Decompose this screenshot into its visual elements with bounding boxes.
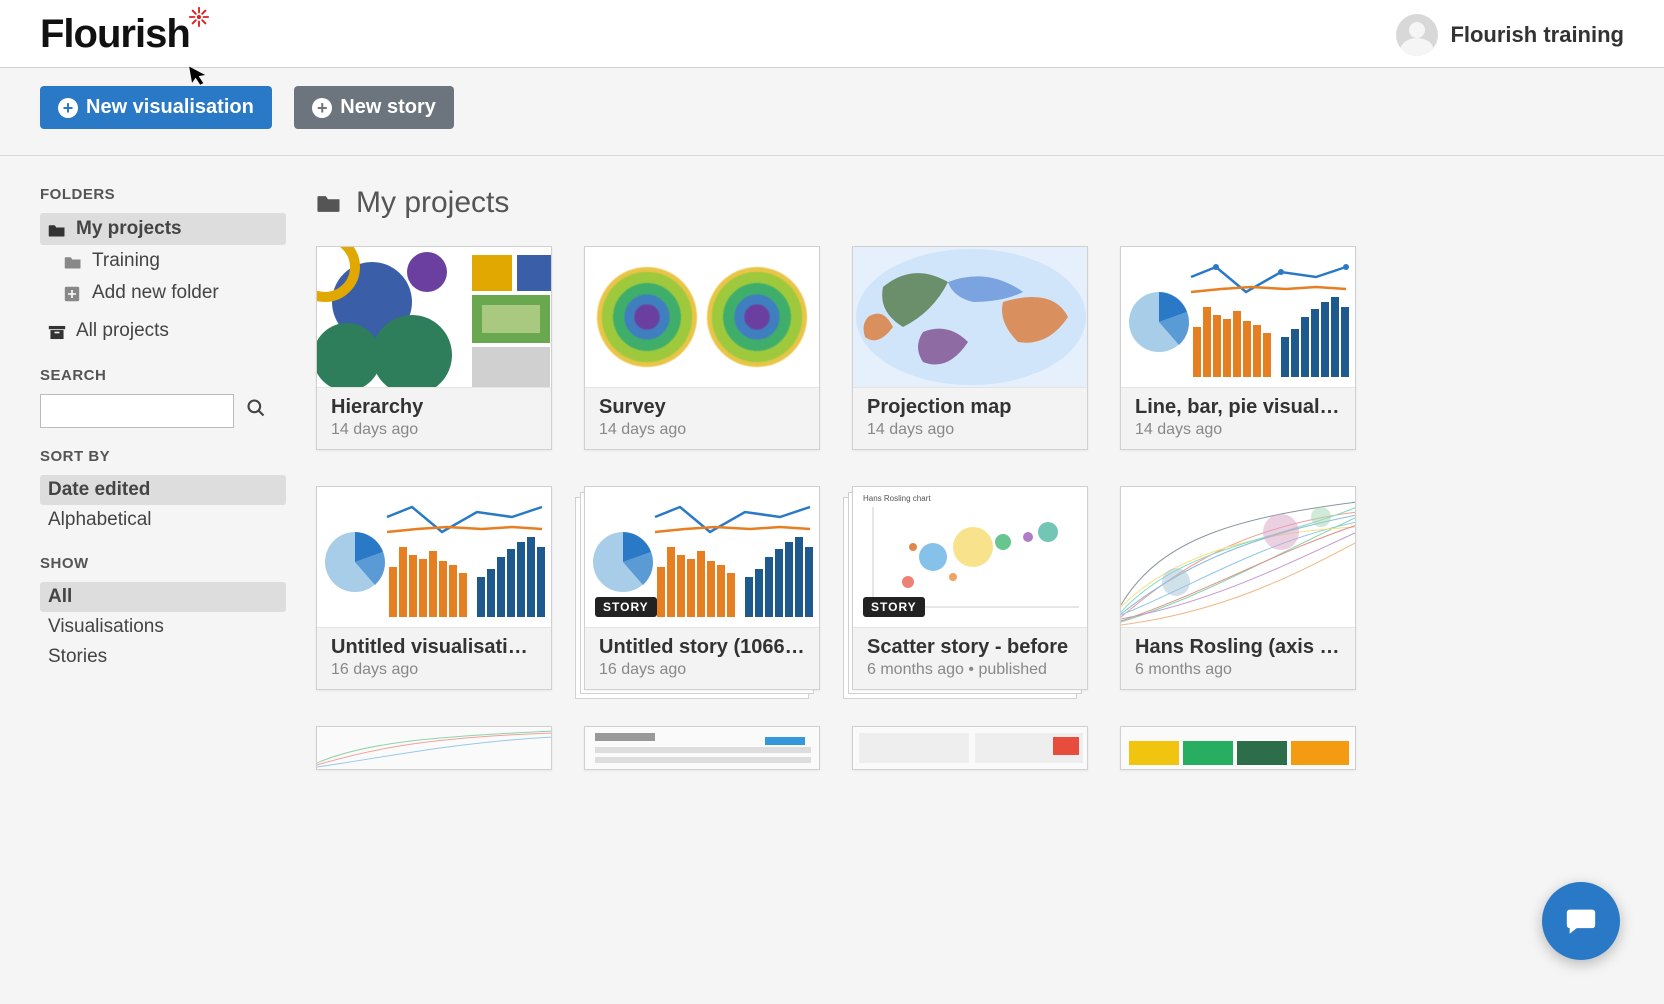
page-title: My projects [356,186,509,220]
project-meta: Hans Rosling (axis highlights) 6 months … [1121,627,1355,689]
spark-icon [188,6,210,33]
sidebar-item-training[interactable]: Training [40,245,286,277]
project-thumb: STORY [585,487,819,627]
project-card[interactable]: Projection map 14 days ago [852,246,1088,450]
sidebar-item-add-folder[interactable]: Add new folder [40,277,286,309]
sidebar: FOLDERS My projects Training Add new fol… [40,186,286,770]
project-date: 14 days ago [331,421,537,439]
sidebar-item-all-projects[interactable]: All projects [40,315,286,347]
logo[interactable]: Flourish [40,12,210,57]
project-thumb [1121,247,1355,387]
project-card[interactable]: Hans Rosling (axis highlights) 6 months … [1120,486,1356,690]
project-meta: Scatter story - before 6 months ago • pu… [853,627,1087,689]
sort-heading: SORT BY [40,448,286,465]
project-meta: Untitled visualisation (81 16 days ago [317,627,551,689]
search-heading: SEARCH [40,367,286,384]
sidebar-item-label: Add new folder [92,282,219,304]
story-badge: STORY [863,597,925,617]
project-date: 6 months ago [1135,661,1341,679]
show-stories[interactable]: Stories [40,642,286,672]
project-date: 6 months ago • published [867,661,1073,679]
folder-icon [48,222,66,236]
project-title: Line, bar, pie visualizations [1135,396,1341,419]
sidebar-item-label: Training [92,250,160,272]
project-title: Scatter story - before [867,636,1073,659]
project-title: Hans Rosling (axis highlights) [1135,636,1341,659]
project-thumb [1121,727,1355,769]
sidebar-item-label: All projects [76,320,169,342]
project-date: 14 days ago [867,421,1073,439]
project-meta: Survey 14 days ago [585,387,819,449]
folder-icon [64,254,82,268]
project-thumb: Hans Rosling chart STORY [853,487,1087,627]
project-card[interactable]: Survey 14 days ago [584,246,820,450]
account-name: Flourish training [1450,22,1624,48]
project-card[interactable] [316,726,552,770]
archive-icon [48,324,66,338]
project-title: Survey [599,396,805,419]
project-card[interactable]: STORY Untitled story (1066001) 16 days a… [584,486,820,690]
project-card[interactable]: Hierarchy 14 days ago [316,246,552,450]
avatar [1396,14,1438,56]
plus-circle-icon [312,98,332,118]
cursor-icon [188,63,211,94]
page-title-row: My projects [316,186,1624,220]
folder-icon [316,193,342,214]
project-title: Projection map [867,396,1073,419]
button-label: New visualisation [86,96,254,119]
sort-date-edited[interactable]: Date edited [40,475,286,505]
project-date: 14 days ago [599,421,805,439]
project-meta: Hierarchy 14 days ago [317,387,551,449]
project-thumb [585,247,819,387]
project-meta: Projection map 14 days ago [853,387,1087,449]
project-date: 16 days ago [599,661,805,679]
project-title: Untitled visualisation (81 [331,636,537,659]
folders-heading: FOLDERS [40,186,286,203]
project-date: 16 days ago [331,661,537,679]
show-visualisations[interactable]: Visualisations [40,612,286,642]
project-card[interactable] [584,726,820,770]
sidebar-item-my-projects[interactable]: My projects [40,213,286,245]
project-date: 14 days ago [1135,421,1341,439]
project-thumb [317,487,551,627]
content: My projects [316,186,1624,770]
show-all[interactable]: All [40,582,286,612]
sidebar-item-label: My projects [76,218,182,240]
show-heading: SHOW [40,555,286,572]
project-card[interactable]: Line, bar, pie visualizations 14 days ag… [1120,246,1356,450]
project-thumb [585,727,819,769]
sort-alphabetical[interactable]: Alphabetical [40,505,286,535]
project-meta: Line, bar, pie visualizations 14 days ag… [1121,387,1355,449]
chat-icon [1564,904,1598,938]
project-thumb [853,727,1087,769]
project-title: Hierarchy [331,396,537,419]
plus-circle-icon [58,98,78,118]
button-label: New story [340,96,436,119]
main: FOLDERS My projects Training Add new fol… [0,156,1664,800]
project-thumb [317,247,551,387]
help-fab[interactable] [1542,882,1620,960]
project-meta: Untitled story (1066001) 16 days ago [585,627,819,689]
project-card[interactable] [852,726,1088,770]
project-grid: Hierarchy 14 days ago Survey 14 days ago [316,246,1624,770]
project-card[interactable]: Hans Rosling chart STORY Scatter story -… [852,486,1088,690]
search-icon[interactable] [246,398,266,424]
project-card[interactable] [1120,726,1356,770]
project-card[interactable]: Untitled visualisation (81 16 days ago [316,486,552,690]
project-thumb [853,247,1087,387]
plus-square-icon [64,286,82,300]
project-thumb [1121,487,1355,627]
new-visualisation-button[interactable]: New visualisation [40,86,272,129]
new-story-button[interactable]: New story [294,86,454,129]
project-title: Untitled story (1066001) [599,636,805,659]
search-input[interactable] [40,394,234,428]
search-row [40,394,286,428]
project-thumb [317,727,551,769]
story-badge: STORY [595,597,657,617]
account-menu[interactable]: Flourish training [1396,14,1624,56]
svg-text:Hans Rosling chart: Hans Rosling chart [863,494,931,503]
logo-text: Flourish [40,12,190,57]
topbar: Flourish Flourish training [0,0,1664,68]
actions-row: New visualisation New story [0,68,1664,156]
